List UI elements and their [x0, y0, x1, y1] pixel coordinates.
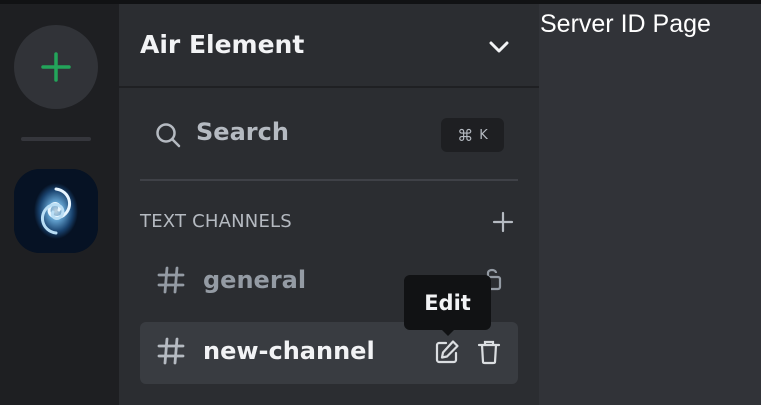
- search-shortcut-badge: ⌘ K: [441, 118, 504, 152]
- command-key-symbol: ⌘: [457, 125, 474, 145]
- edit-tooltip: Edit: [404, 275, 491, 330]
- search-button[interactable]: Search ⌘ K: [140, 108, 518, 162]
- tooltip-text: Edit: [424, 290, 471, 315]
- add-channel-icon[interactable]: [491, 210, 515, 234]
- galaxy-server-icon: [14, 169, 98, 253]
- hash-icon: [157, 337, 185, 365]
- edit-icon[interactable]: [434, 339, 460, 365]
- trash-icon[interactable]: [477, 339, 501, 365]
- add-server-button[interactable]: [14, 25, 98, 109]
- hash-icon: [157, 266, 185, 294]
- server-icon-air-element[interactable]: [14, 169, 98, 253]
- server-rail: [0, 4, 119, 405]
- chevron-down-icon[interactable]: [486, 34, 512, 60]
- server-header[interactable]: Air Element: [119, 4, 539, 88]
- section-label-text-channels: TEXT CHANNELS: [140, 211, 292, 232]
- plus-icon: [41, 52, 71, 82]
- tooltip-arrow: [441, 329, 455, 336]
- search-icon: [156, 123, 181, 148]
- shortcut-key: K: [479, 127, 488, 143]
- server-name: Air Element: [140, 30, 305, 59]
- page-title: Server ID Page: [540, 10, 711, 38]
- channel-item-new-channel[interactable]: new-channel: [140, 322, 518, 384]
- search-label: Search: [196, 118, 289, 146]
- sidebar-separator: [140, 179, 518, 181]
- rail-divider: [21, 137, 91, 141]
- channel-name: general: [203, 266, 307, 294]
- channel-name: new-channel: [203, 337, 375, 365]
- channel-sidebar: Air Element Search ⌘ K TEXT CHANNELS gen…: [119, 4, 539, 405]
